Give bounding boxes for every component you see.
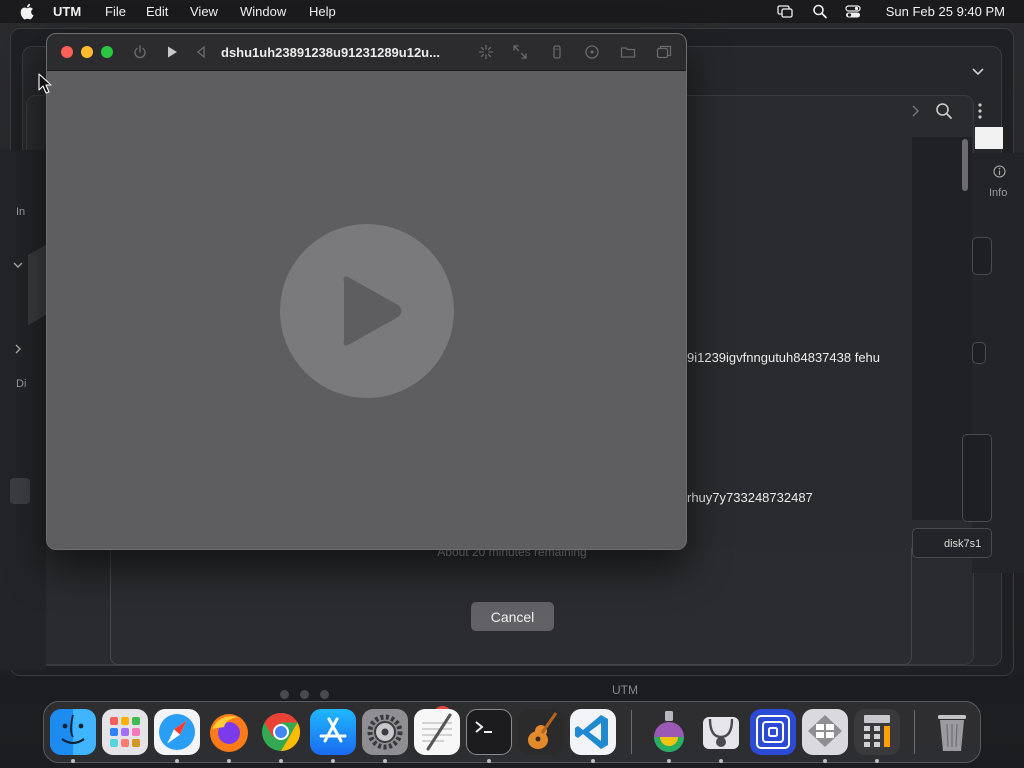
menu-edit[interactable]: Edit: [146, 4, 168, 19]
vscode-running-dot: [591, 759, 595, 763]
left-widget: [10, 478, 30, 504]
close-button[interactable]: [61, 46, 73, 58]
app-store-running-dot: [331, 759, 335, 763]
cancel-button[interactable]: Cancel: [471, 602, 554, 631]
chevron-down-small-icon[interactable]: [12, 260, 24, 270]
safari-running-dot: [175, 759, 179, 763]
launchpad-icon[interactable]: [102, 709, 148, 755]
usb-icon[interactable]: [549, 44, 565, 60]
firefox-icon[interactable]: [206, 709, 252, 755]
installer-icon[interactable]: [802, 709, 848, 755]
scrollbar-thumb[interactable]: [962, 139, 968, 191]
utm-bottom-title: UTM: [612, 683, 638, 697]
screen-app-icon[interactable]: [750, 709, 796, 755]
finder-running-dot: [71, 759, 75, 763]
disk-label: disk7s1: [944, 538, 982, 550]
window-dot-1: [280, 690, 289, 699]
system-settings-icon[interactable]: [362, 709, 408, 755]
potion-app-icon[interactable]: [646, 709, 692, 755]
potion-running-dot: [667, 759, 671, 763]
search-icon[interactable]: [935, 102, 953, 120]
screen-mirroring-icon[interactable]: [777, 4, 793, 19]
vm-titlebar: dshu1uh23891238u91231289u12u...: [47, 34, 686, 71]
finder-icon[interactable]: [50, 709, 96, 755]
play-icon[interactable]: [164, 44, 180, 60]
chrome-icon[interactable]: [258, 709, 304, 755]
inspector-field-1[interactable]: [972, 237, 992, 275]
apple-menu-icon[interactable]: [19, 3, 35, 20]
menu-view[interactable]: View: [190, 4, 218, 19]
garageband-icon[interactable]: [518, 709, 564, 755]
inspector-field-3[interactable]: [962, 434, 992, 522]
drive-disc-icon[interactable]: [584, 44, 600, 60]
bottom-strip: UTM: [0, 676, 1024, 701]
chevron-down-icon[interactable]: [971, 65, 985, 79]
vm-window: dshu1uh23891238u91231289u12u...: [46, 33, 687, 550]
calculator-running-dot: [875, 759, 879, 763]
terminal-icon[interactable]: [466, 709, 512, 755]
vm-display-area[interactable]: [47, 71, 686, 549]
firefox-running-dot: [227, 759, 231, 763]
vm-window-title: dshu1uh23891238u91231289u12u...: [221, 45, 440, 60]
window-dot-2: [300, 690, 309, 699]
restart-icon[interactable]: [193, 44, 209, 60]
large-play-icon: [343, 276, 402, 346]
dock-separator-1: [631, 710, 632, 754]
spotlight-search-icon[interactable]: [812, 4, 828, 19]
left-sidebar-peek: In Di: [0, 150, 46, 670]
info-icon[interactable]: [993, 165, 1006, 178]
menu-bar: UTM File Edit View Window Help Sun Feb 2…: [0, 0, 1024, 23]
chevron-right-small-icon[interactable]: [13, 343, 23, 355]
left-label-1: In: [16, 206, 26, 218]
chrome-running-dot: [279, 759, 283, 763]
start-vm-button[interactable]: [280, 224, 454, 398]
minimize-button[interactable]: [81, 46, 93, 58]
menu-window[interactable]: Window: [240, 4, 286, 19]
settings-running-dot: [383, 759, 387, 763]
capture-input-icon[interactable]: [478, 44, 494, 60]
dock: 2: [43, 701, 981, 763]
textedit-icon[interactable]: [414, 709, 460, 755]
vscode-icon[interactable]: [570, 709, 616, 755]
safari-icon[interactable]: [154, 709, 200, 755]
peek-text-1: 9i1239igvfnngutuh84837438 fehu: [687, 350, 881, 365]
menu-file[interactable]: File: [105, 4, 126, 19]
peek-text-2: rhuy7y733248732487: [687, 490, 813, 505]
disk-utility-icon[interactable]: [698, 709, 744, 755]
window-dot-3: [320, 690, 329, 699]
windows-icon[interactable]: [656, 44, 672, 60]
more-options-icon[interactable]: [977, 102, 983, 120]
download-progress-sheet: About 20 minutes remaining Cancel: [110, 545, 912, 665]
menu-help[interactable]: Help: [309, 4, 336, 19]
zoom-button[interactable]: [101, 46, 113, 58]
app-store-icon[interactable]: [310, 709, 356, 755]
installer-running-dot: [823, 759, 827, 763]
power-icon[interactable]: [132, 44, 148, 60]
trash-icon[interactable]: [929, 709, 975, 755]
shared-folder-icon[interactable]: [620, 44, 636, 60]
terminal-running-dot: [487, 759, 491, 763]
menu-clock[interactable]: Sun Feb 25 9:40 PM: [886, 4, 1005, 19]
control-center-icon[interactable]: [845, 4, 861, 19]
mouse-cursor-icon: [38, 73, 52, 94]
chevron-right-icon[interactable]: [911, 104, 921, 118]
left-label-2: Di: [16, 378, 27, 390]
info-label[interactable]: Info: [989, 187, 1007, 199]
white-strip: [975, 127, 1003, 149]
resize-icon[interactable]: [512, 44, 528, 60]
disk-field[interactable]: disk7s1: [912, 528, 992, 558]
dock-separator-2: [914, 710, 915, 754]
decor-shape: [28, 244, 46, 326]
calculator-icon[interactable]: [854, 709, 900, 755]
disk-utility-running-dot: [719, 759, 723, 763]
menu-app-name[interactable]: UTM: [53, 4, 81, 19]
inspector-field-2[interactable]: [972, 342, 986, 364]
